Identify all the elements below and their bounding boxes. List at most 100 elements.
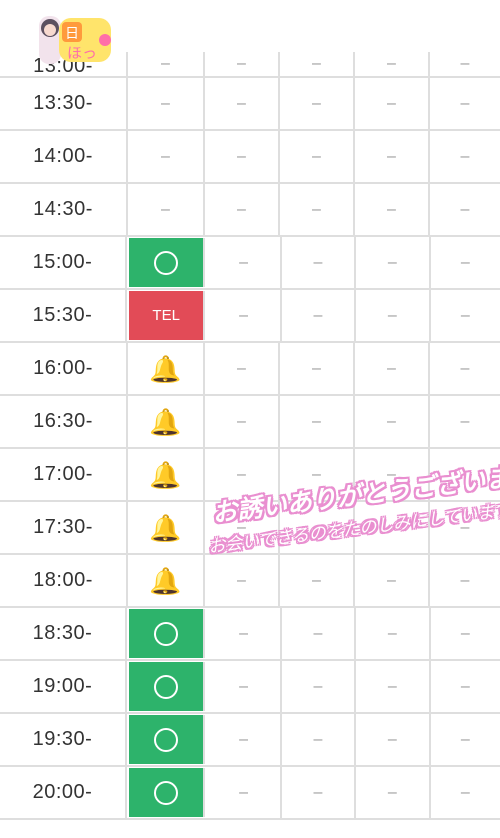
slot-empty: – [460, 200, 470, 218]
circle-icon [154, 727, 179, 752]
slot-request[interactable]: 🔔 [128, 343, 205, 394]
slot-empty: – [460, 359, 470, 377]
slot-empty: – [128, 78, 205, 129]
schedule-row: 15:30- TEL – – – – [0, 290, 500, 343]
time-label: 17:00- [0, 449, 128, 500]
schedule-row: 19:30- – – – – [0, 714, 500, 767]
slot-empty: – [460, 147, 470, 165]
bell-icon: 🔔 [149, 565, 182, 596]
slot-empty: – [282, 767, 357, 818]
slot-empty: – [460, 571, 470, 589]
slot-empty: – [280, 78, 355, 129]
slot-request[interactable]: 🔔 [128, 555, 205, 606]
slot-empty: – [355, 78, 430, 129]
slot-empty: – [355, 52, 430, 76]
slot-empty: – [356, 608, 431, 659]
slot-request[interactable]: 🔔 [128, 502, 205, 553]
slot-empty: – [207, 661, 282, 712]
slot-available[interactable] [128, 609, 206, 658]
slot-empty: – [282, 714, 357, 765]
bell-icon: 🔔 [149, 353, 182, 384]
svg-text:ほっ: ほっ [67, 44, 97, 62]
circle-icon [154, 780, 179, 805]
slot-empty: – [355, 131, 430, 182]
schedule-row: 14:00- – – – – – [0, 131, 500, 184]
svg-text:日: 日 [65, 26, 79, 42]
slot-available[interactable] [128, 715, 206, 764]
slot-empty: – [355, 343, 430, 394]
slot-empty: – [128, 131, 205, 182]
slot-request[interactable]: 🔔 [128, 396, 205, 447]
time-label: 14:00- [0, 131, 128, 182]
slot-empty: – [207, 290, 282, 341]
slot-empty: – [282, 661, 357, 712]
slot-empty: – [282, 608, 357, 659]
slot-empty: – [128, 52, 205, 76]
brand-logo: 日 ほっ [37, 10, 115, 68]
slot-empty: – [205, 78, 280, 129]
slot-empty: – [355, 396, 430, 447]
schedule-table: 13:00- – – – – –13:30- – – – – –14:00- – – – – –14:30- –… [0, 52, 500, 820]
slot-empty: – [205, 131, 280, 182]
circle-icon [154, 674, 179, 699]
schedule-row: 19:00- – – – – [0, 661, 500, 714]
slot-empty: – [282, 290, 357, 341]
slot-empty: – [207, 767, 282, 818]
time-label: 16:00- [0, 343, 128, 394]
slot-empty: – [280, 396, 355, 447]
slot-empty: – [356, 767, 431, 818]
slot-empty: – [207, 608, 282, 659]
schedule-row: 15:00- – – – – [0, 237, 500, 290]
schedule-row: 14:30- – – – – – [0, 184, 500, 237]
circle-icon [154, 621, 179, 646]
slot-available[interactable] [128, 662, 206, 711]
time-label: 17:30- [0, 502, 128, 553]
circle-icon [154, 250, 179, 275]
slot-empty: – [128, 184, 205, 235]
schedule-row: 20:00- – – – – [0, 767, 500, 820]
slot-empty: – [205, 396, 280, 447]
bell-icon: 🔔 [149, 459, 182, 490]
slot-empty: – [460, 783, 470, 801]
schedule-row: 13:30- – – – – – [0, 78, 500, 131]
slot-empty: – [460, 624, 470, 642]
slot-empty: – [280, 52, 355, 76]
slot-empty: – [460, 677, 470, 695]
time-label: 13:30- [0, 78, 128, 129]
time-label: 18:30- [0, 608, 127, 659]
slot-tel[interactable]: TEL [128, 291, 206, 340]
slot-empty: – [460, 412, 470, 430]
slot-empty: – [282, 237, 357, 288]
time-label: 20:00- [0, 767, 127, 818]
time-label: 14:30- [0, 184, 128, 235]
slot-available[interactable] [128, 768, 206, 817]
slot-empty: – [460, 730, 470, 748]
slot-empty: – [280, 343, 355, 394]
slot-empty: – [356, 661, 431, 712]
bell-icon: 🔔 [149, 512, 182, 543]
slot-empty: – [280, 184, 355, 235]
slot-empty: – [356, 290, 431, 341]
time-label: 18:00- [0, 555, 128, 606]
slot-empty: – [356, 237, 431, 288]
slot-empty: – [205, 343, 280, 394]
slot-empty: – [207, 237, 282, 288]
slot-empty: – [205, 52, 280, 76]
slot-empty: – [355, 184, 430, 235]
slot-empty: – [280, 131, 355, 182]
time-label: 19:30- [0, 714, 127, 765]
schedule-row: 18:30- – – – – [0, 608, 500, 661]
slot-request[interactable]: 🔔 [128, 449, 205, 500]
bell-icon: 🔔 [149, 406, 182, 437]
time-label: 15:30- [0, 290, 127, 341]
slot-empty: – [205, 184, 280, 235]
slot-empty: – [460, 55, 470, 72]
slot-empty: – [207, 714, 282, 765]
schedule-row: 16:00- 🔔 – – – – [0, 343, 500, 396]
slot-empty: – [356, 714, 431, 765]
slot-available[interactable] [128, 238, 206, 287]
time-label: 19:00- [0, 661, 127, 712]
slot-empty: – [460, 306, 470, 324]
time-label: 16:30- [0, 396, 128, 447]
time-label: 15:00- [0, 237, 127, 288]
